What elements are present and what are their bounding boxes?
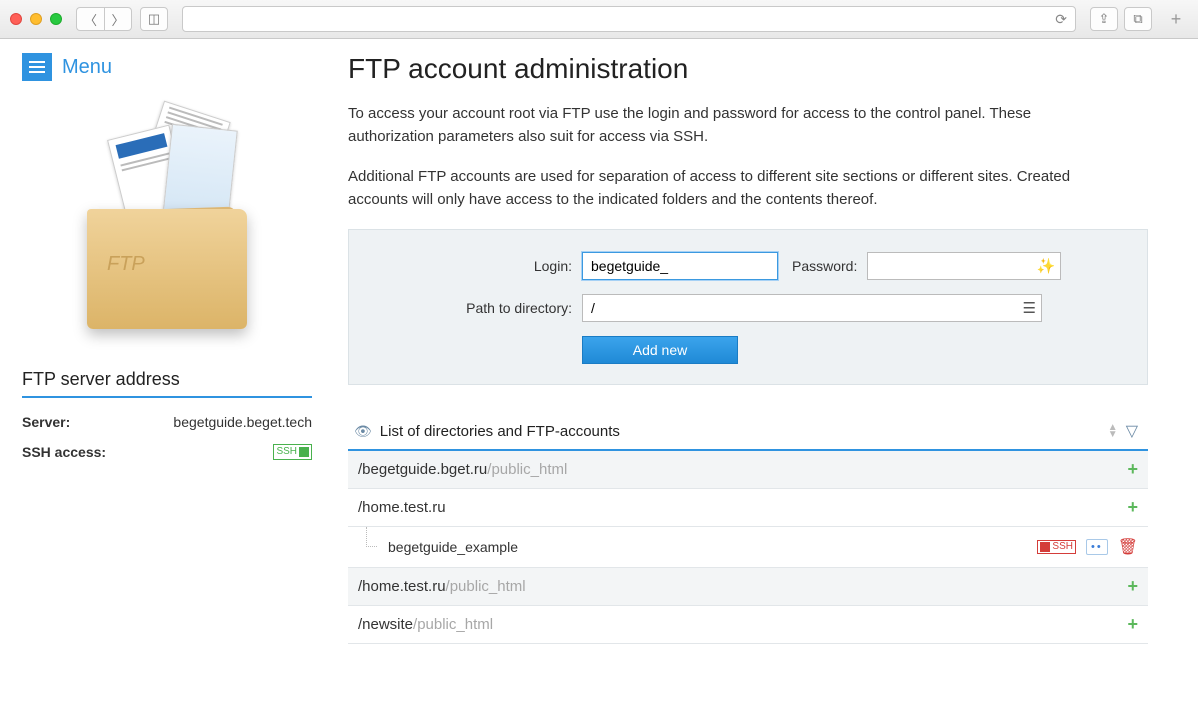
add-account-icon[interactable]: + <box>1127 576 1138 597</box>
login-label: Login: <box>377 258 572 274</box>
ftp-account-name: begetguide_example <box>388 539 518 555</box>
directory-row[interactable]: /begetguide.bget.ru/public_html + <box>348 451 1148 489</box>
menu-label: Menu <box>62 56 112 79</box>
list-heading: List of directories and FTP-accounts <box>380 423 1100 440</box>
share-button[interactable]: ⇪ <box>1090 7 1118 31</box>
directory-row[interactable]: /newsite/public_html + <box>348 606 1148 644</box>
visibility-icon[interactable]: 👁 <box>354 423 372 440</box>
forward-button[interactable]: 〉 <box>104 7 132 31</box>
reload-icon[interactable]: ⟳ <box>1055 11 1067 28</box>
list-header: 👁 List of directories and FTP-accounts ▲… <box>348 413 1148 451</box>
ssh-toggle-off[interactable]: SSH <box>1037 540 1076 554</box>
ssh-row: SSH access: SSH <box>22 444 312 460</box>
directory-path: /begetguide.bget.ru/public_html <box>358 461 567 478</box>
password-input[interactable] <box>867 252 1061 280</box>
delete-account-icon[interactable]: 🗑 <box>1118 537 1138 557</box>
description-1: To access your account root via FTP use … <box>348 103 1118 148</box>
new-tab-button[interactable]: + <box>1164 9 1188 30</box>
directory-row[interactable]: /home.test.ru + <box>348 489 1148 527</box>
path-input[interactable] <box>582 294 1042 322</box>
page-title: FTP account administration <box>348 53 1148 85</box>
ssh-toggle[interactable]: SSH <box>273 444 312 460</box>
add-account-icon[interactable]: + <box>1127 459 1138 480</box>
browser-toolbar: 〈 〉 ◫ ⟳ ⇪ ⧉ + <box>0 0 1198 39</box>
close-window-icon[interactable] <box>10 13 22 25</box>
directory-path: /newsite/public_html <box>358 616 493 633</box>
sidebar-toggle-button[interactable]: ◫ <box>140 7 168 31</box>
window-controls <box>10 13 62 25</box>
server-row: Server: begetguide.beget.tech <box>22 414 312 430</box>
server-address-heading: FTP server address <box>22 369 312 398</box>
directory-row[interactable]: /home.test.ru/public_html + <box>348 568 1148 606</box>
ftp-folder-illustration <box>57 99 277 339</box>
add-new-button[interactable]: Add new <box>582 336 738 364</box>
password-label: Password: <box>792 258 857 274</box>
server-value: begetguide.beget.tech <box>173 414 312 430</box>
login-input[interactable] <box>582 252 778 280</box>
path-label: Path to directory: <box>377 300 572 316</box>
directory-path: /home.test.ru <box>358 499 446 516</box>
main-content: FTP account administration To access you… <box>348 53 1148 644</box>
ftp-account-row: begetguide_example SSH •• 🗑 <box>348 527 1148 568</box>
directory-path: /home.test.ru/public_html <box>358 578 526 595</box>
change-password-icon[interactable]: •• <box>1086 539 1108 555</box>
add-account-icon[interactable]: + <box>1127 497 1138 518</box>
ssh-access-label: SSH access: <box>22 444 106 460</box>
menu-toggle[interactable]: Menu <box>22 53 312 81</box>
add-account-icon[interactable]: + <box>1127 614 1138 635</box>
minimize-window-icon[interactable] <box>30 13 42 25</box>
server-label: Server: <box>22 414 70 430</box>
sidebar: Menu FTP server address Server: begetgui… <box>22 53 312 644</box>
hamburger-icon <box>22 53 52 81</box>
create-ftp-form: Login: Password: ✨ Path to directory: ☰ … <box>348 229 1148 385</box>
address-bar[interactable]: ⟳ <box>182 6 1076 32</box>
back-button[interactable]: 〈 <box>76 7 104 31</box>
sort-icon[interactable]: ▲▼ <box>1108 424 1118 438</box>
maximize-window-icon[interactable] <box>50 13 62 25</box>
directory-list: 👁 List of directories and FTP-accounts ▲… <box>348 413 1148 644</box>
tabs-button[interactable]: ⧉ <box>1124 7 1152 31</box>
description-2: Additional FTP accounts are used for sep… <box>348 166 1118 211</box>
filter-icon[interactable]: ▽ <box>1126 421 1138 441</box>
nav-buttons: 〈 〉 <box>76 7 132 31</box>
